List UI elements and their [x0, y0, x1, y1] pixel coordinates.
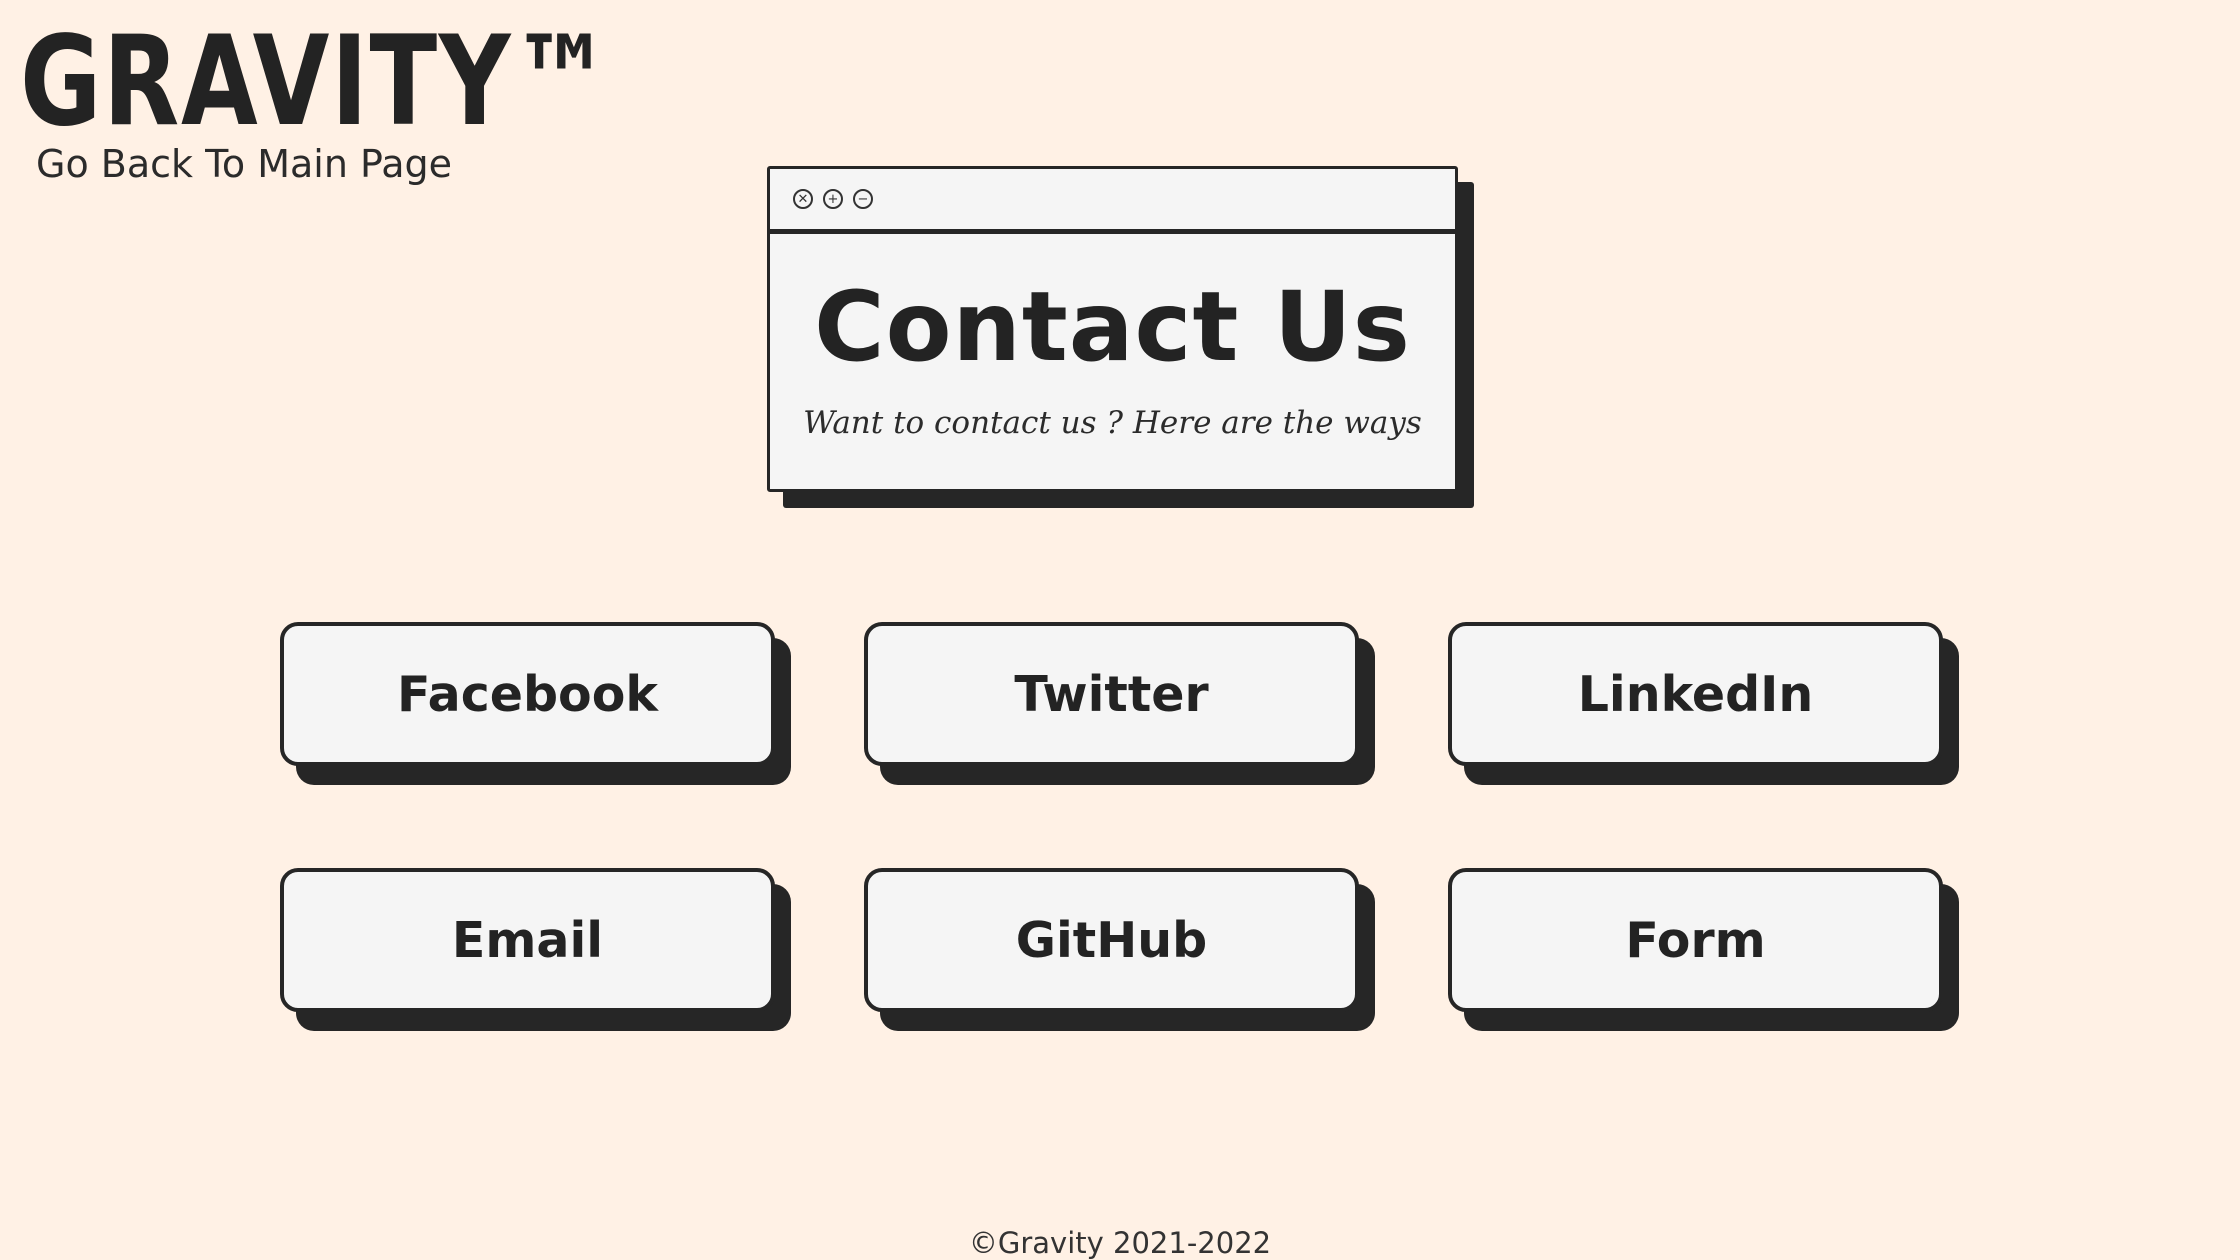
- minimize-icon[interactable]: −: [853, 189, 873, 209]
- back-to-main-link[interactable]: Go Back To Main Page: [36, 142, 452, 186]
- footer-copyright: ©Gravity 2021-2022: [968, 1226, 1272, 1260]
- window-titlebar: ✕ + −: [770, 169, 1455, 234]
- email-button-wrap: Email: [280, 868, 791, 1031]
- contact-window: ✕ + − Contact Us Want to contact us ? He…: [767, 166, 1474, 508]
- form-button-wrap: Form: [1448, 868, 1959, 1031]
- twitter-button[interactable]: Twitter: [864, 622, 1359, 766]
- maximize-icon[interactable]: +: [823, 189, 843, 209]
- facebook-button-wrap: Facebook: [280, 622, 791, 785]
- twitter-button-wrap: Twitter: [864, 622, 1375, 785]
- github-button-wrap: GitHub: [864, 868, 1375, 1031]
- linkedin-button-wrap: LinkedIn: [1448, 622, 1959, 785]
- page-title: Contact Us: [814, 271, 1411, 383]
- close-icon[interactable]: ✕: [793, 189, 813, 209]
- page-subtitle: Want to contact us ? Here are the ways: [803, 405, 1422, 441]
- form-button[interactable]: Form: [1448, 868, 1943, 1012]
- window-panel: ✕ + − Contact Us Want to contact us ? He…: [767, 166, 1458, 492]
- email-button[interactable]: Email: [280, 868, 775, 1012]
- linkedin-button[interactable]: LinkedIn: [1448, 622, 1943, 766]
- facebook-button[interactable]: Facebook: [280, 622, 775, 766]
- gravity-logo: GRAVITY™: [20, 10, 614, 154]
- github-button[interactable]: GitHub: [864, 868, 1359, 1012]
